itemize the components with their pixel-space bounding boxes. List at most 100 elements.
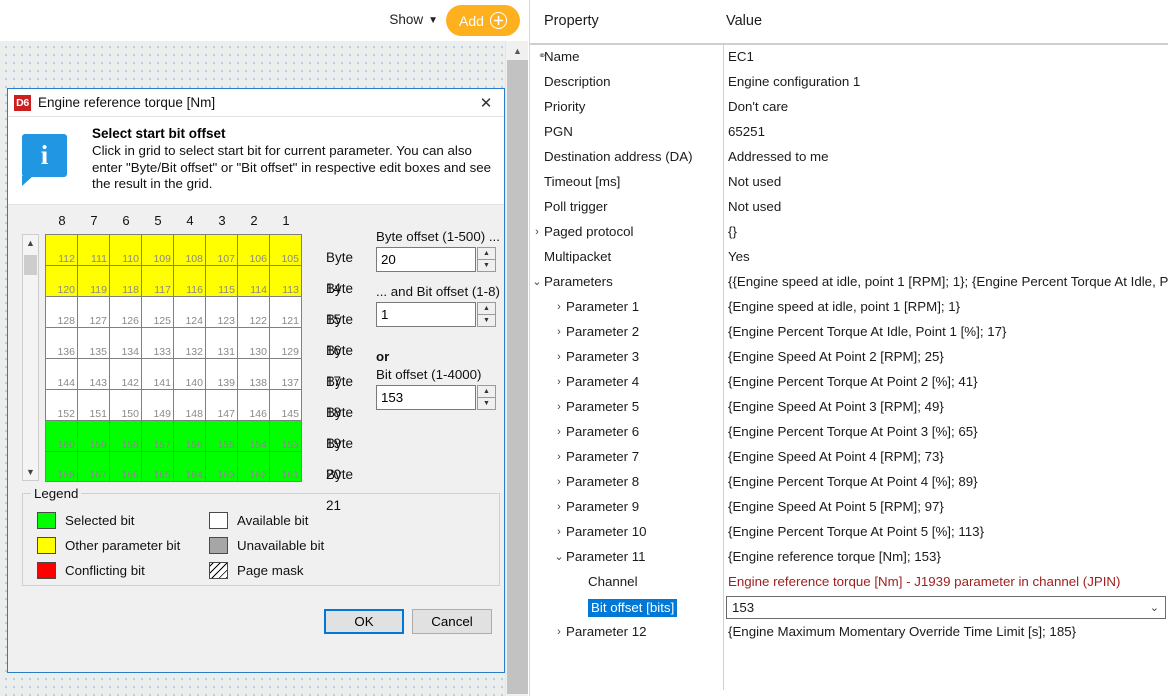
property-row[interactable]: ⚭ Name EC1 [530, 45, 1168, 70]
bit-cell-149[interactable]: 149 [142, 390, 174, 421]
bit-cell-153[interactable]: 153 [270, 421, 302, 452]
property-name[interactable]: Destination address (DA) [544, 149, 693, 164]
property-value[interactable]: Engine reference torque [Nm] - J1939 par… [728, 574, 1120, 589]
bit-cell-159[interactable]: 159 [78, 421, 110, 452]
bit-cell-140[interactable]: 140 [174, 359, 206, 390]
property-name[interactable]: Parameter 8 [566, 474, 639, 489]
chevron-right-icon[interactable]: › [554, 400, 564, 415]
bit-cell-167[interactable]: 167 [78, 452, 110, 482]
property-name[interactable]: Parameter 11 [566, 549, 646, 564]
property-row[interactable]: › Parameter 3 {Engine Speed At Point 2 [RP… [530, 345, 1168, 370]
bit-offset-combobox[interactable]: 153 ⌄ [726, 596, 1166, 619]
bit-cell-112[interactable]: 112 [46, 235, 78, 266]
chevron-right-icon[interactable]: › [554, 425, 564, 440]
bit-cell-157[interactable]: 157 [142, 421, 174, 452]
bit-grid-scrollbar[interactable]: ▲ ▼ [22, 234, 39, 481]
property-row[interactable]: Priority Don't care [530, 95, 1168, 120]
property-name[interactable]: Parameter 3 [566, 349, 639, 364]
bit-cell-158[interactable]: 158 [110, 421, 142, 452]
property-row[interactable]: › Parameter 10 {Engine Percent Torque At P… [530, 520, 1168, 545]
bit-cell-156[interactable]: 156 [174, 421, 206, 452]
bit-cell-152[interactable]: 152 [46, 390, 78, 421]
bit-cell-162[interactable]: 162 [238, 452, 270, 482]
bit-cell-114[interactable]: 114 [238, 266, 270, 297]
property-value[interactable]: Addressed to me [728, 149, 829, 164]
bit-cell-107[interactable]: 107 [206, 235, 238, 266]
scrollbar-thumb[interactable] [507, 60, 528, 694]
bit-cell-160[interactable]: 160 [46, 421, 78, 452]
bit-offset-stepper[interactable]: ▲ ▼ [376, 302, 501, 327]
bit-cell-111[interactable]: 111 [78, 235, 110, 266]
property-row[interactable]: Channel Engine reference torque [Nm] - J1… [530, 570, 1168, 595]
chevron-right-icon[interactable]: › [554, 325, 564, 340]
bit-cell-110[interactable]: 110 [110, 235, 142, 266]
bit-offset-input[interactable] [376, 302, 476, 327]
bit-cell-154[interactable]: 154 [238, 421, 270, 452]
chevron-right-icon[interactable]: › [554, 300, 564, 315]
property-value[interactable]: {Engine Percent Torque At Point 5 [%]; 1… [728, 524, 984, 539]
bit-cell-148[interactable]: 148 [174, 390, 206, 421]
property-value[interactable]: {Engine Speed At Point 3 [RPM]; 49} [728, 399, 944, 414]
bit-cell-165[interactable]: 165 [142, 452, 174, 482]
property-value[interactable]: Not used [728, 174, 781, 189]
property-row[interactable]: Destination address (DA) Addressed to me [530, 145, 1168, 170]
absolute-bit-offset-decrement-icon[interactable]: ▼ [477, 397, 496, 410]
bit-cell-146[interactable]: 146 [238, 390, 270, 421]
bit-offset-increment-icon[interactable]: ▲ [477, 302, 496, 314]
property-value[interactable]: Engine configuration 1 [728, 74, 860, 89]
bit-cell-161[interactable]: 161 [270, 452, 302, 482]
bit-cell-109[interactable]: 109 [142, 235, 174, 266]
property-name[interactable]: Description [544, 74, 611, 89]
add-button[interactable]: Add [446, 5, 520, 36]
property-row[interactable]: › Parameter 9 {Engine Speed At Point 5 [RP… [530, 495, 1168, 520]
property-row[interactable]: › Parameter 5 {Engine Speed At Point 3 [RP… [530, 395, 1168, 420]
property-value[interactable]: {Engine Speed At Point 5 [RPM]; 97} [728, 499, 944, 514]
bit-cell-129[interactable]: 129 [270, 328, 302, 359]
bit-cell-139[interactable]: 139 [206, 359, 238, 390]
property-name[interactable]: Multipacket [544, 249, 611, 264]
chevron-right-icon[interactable]: › [554, 450, 564, 465]
bit-cell-135[interactable]: 135 [78, 328, 110, 359]
absolute-bit-offset-input[interactable] [376, 385, 476, 410]
property-row[interactable]: › Parameter 4 {Engine Percent Torque At Po… [530, 370, 1168, 395]
property-value[interactable]: Not used [728, 199, 781, 214]
property-value[interactable]: {Engine Percent Torque At Point 2 [%]; 4… [728, 374, 978, 389]
bit-cell-151[interactable]: 151 [78, 390, 110, 421]
bit-cell-143[interactable]: 143 [78, 359, 110, 390]
byte-offset-stepper[interactable]: ▲ ▼ [376, 247, 501, 272]
property-value[interactable]: {Engine Percent Torque At Point 4 [%]; 8… [728, 474, 978, 489]
bit-cell-130[interactable]: 130 [238, 328, 270, 359]
absolute-bit-offset-increment-icon[interactable]: ▲ [477, 385, 496, 397]
bit-cell-106[interactable]: 106 [238, 235, 270, 266]
bit-cell-127[interactable]: 127 [78, 297, 110, 328]
property-name[interactable]: Parameter 2 [566, 324, 639, 339]
property-value[interactable]: 65251 [728, 124, 765, 139]
bit-cell-166[interactable]: 166 [110, 452, 142, 482]
property-value[interactable]: {Engine Percent Torque At Point 3 [%]; 6… [728, 424, 978, 439]
bit-cell-124[interactable]: 124 [174, 297, 206, 328]
bit-cell-142[interactable]: 142 [110, 359, 142, 390]
scroll-down-icon[interactable]: ▼ [23, 464, 38, 480]
chevron-right-icon[interactable]: › [554, 350, 564, 365]
scroll-up-icon[interactable]: ▲ [23, 235, 38, 251]
bit-cell-118[interactable]: 118 [110, 266, 142, 297]
chevron-down-icon[interactable]: ⌄ [1150, 601, 1159, 614]
bit-cell-122[interactable]: 122 [238, 297, 270, 328]
property-row[interactable]: › Paged protocol {} [530, 220, 1168, 245]
chevron-down-icon[interactable]: ⌄ [532, 275, 542, 290]
bit-cell-128[interactable]: 128 [46, 297, 78, 328]
cancel-button[interactable]: Cancel [412, 609, 492, 634]
show-dropdown[interactable]: Show ▼ [389, 12, 438, 27]
byte-offset-increment-icon[interactable]: ▲ [477, 247, 496, 259]
chevron-right-icon[interactable]: › [532, 225, 542, 240]
property-value[interactable]: {Engine Percent Torque At Idle, Point 1 … [728, 324, 1006, 339]
bit-cell-134[interactable]: 134 [110, 328, 142, 359]
property-name[interactable]: Priority [544, 99, 585, 114]
bit-cell-137[interactable]: 137 [270, 359, 302, 390]
bit-cell-105[interactable]: 105 [270, 235, 302, 266]
ok-button[interactable]: OK [324, 609, 404, 634]
absolute-bit-offset-stepper[interactable]: ▲ ▼ [376, 385, 501, 410]
bit-cell-163[interactable]: 163 [206, 452, 238, 482]
property-row[interactable]: Multipacket Yes [530, 245, 1168, 270]
property-row[interactable]: › Parameter 2 {Engine Percent Torque At Id… [530, 320, 1168, 345]
